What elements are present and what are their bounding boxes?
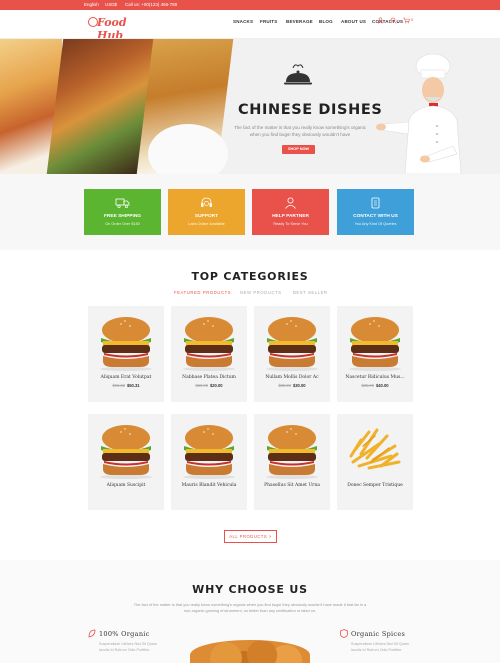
service-subtitle: On Order Over $150 <box>105 222 140 226</box>
product-name: Nascetur Ridiculus Mus... <box>345 375 405 380</box>
product-card[interactable]: Donec Semper Tristique <box>337 414 413 510</box>
new-price: $50.31 <box>127 383 140 388</box>
search-icon[interactable] <box>390 17 397 24</box>
service-title: Help Partner <box>272 214 309 219</box>
feature-organic: 100% Organic Suspendisse Ultrices Nisl S… <box>88 629 159 653</box>
cloche-icon <box>284 64 312 85</box>
burger-image <box>100 425 152 479</box>
product-price: $30.00 $20.00 <box>171 383 247 388</box>
old-price: $35.00 <box>361 383 374 388</box>
service-title: Free Shipping <box>103 214 142 219</box>
feature-description: Suspendisse Ultrices Nisl Sit Quam Iacul… <box>99 642 157 652</box>
service-subtitle: You Any Kind Of Queries <box>354 222 397 226</box>
feature-description: Suspendisse Ultrices Nisl Sit Quam Iacul… <box>351 642 409 652</box>
top-categories-title: TOP CATEGORIES <box>191 270 309 283</box>
service-subtitle: Ready To Serve You <box>273 222 308 226</box>
product-card[interactable]: Nabbase Platea Dictum $30.00 $20.00 <box>171 306 247 402</box>
hero-description: The fact of the matter is that you reall… <box>233 125 367 137</box>
product-name: Aliquam Erat Volutpat <box>100 375 152 380</box>
burger-image <box>266 317 318 371</box>
cart-count: 0 <box>411 17 414 22</box>
currency-selector[interactable]: USD$ <box>105 2 117 7</box>
old-price: $55.32 <box>112 383 125 388</box>
headset-icon <box>201 197 212 207</box>
product-card[interactable]: Nullam Mollis Dolor Ac $30.00 $30.00 <box>254 306 330 402</box>
user-icon <box>285 197 296 209</box>
call-us-text: Call us: +00(123) 456-789 <box>125 2 178 7</box>
shop-now-button[interactable]: SHOP NOW <box>282 145 315 154</box>
burger-image <box>266 425 318 479</box>
product-price: $35.00 $40.00 <box>337 383 413 388</box>
new-price: $20.00 <box>210 383 223 388</box>
old-price: $30.00 <box>278 383 291 388</box>
shield-icon <box>340 629 348 638</box>
feature-spices: Organic Spices Suspendisse Ultrices Nisl… <box>340 629 411 653</box>
user-icon[interactable] <box>377 17 384 24</box>
tab-featured-products[interactable]: FEATURED PRODUCTS <box>174 290 231 295</box>
nav-snacks[interactable]: SNACKS <box>233 19 253 24</box>
product-name: Mauris Blandit Vehicula <box>181 483 237 488</box>
language-selector[interactable]: English <box>84 2 99 7</box>
product-name: Phasellus Sit Amet Urna <box>264 483 320 488</box>
product-price: $55.32 $50.31 <box>88 383 164 388</box>
tab-new-products[interactable]: NEW PRODUCTS <box>240 290 282 295</box>
product-card[interactable]: Phasellus Sit Amet Urna <box>254 414 330 510</box>
phone-icon <box>371 197 380 209</box>
nav-beverage[interactable]: BEVERAGE <box>286 19 313 24</box>
burger-image <box>349 317 401 371</box>
new-price: $40.00 <box>376 383 389 388</box>
all-products-button[interactable]: ALL PRODUCTS > <box>224 530 277 543</box>
service-support[interactable]: Support Labs Online Available <box>168 189 245 235</box>
nav-about-us[interactable]: ABOUT US <box>341 19 366 24</box>
service-free-shipping[interactable]: Free Shipping On Order Over $150 <box>84 189 161 235</box>
tab-best-seller[interactable]: BEST SELLER <box>293 290 328 295</box>
chicken-nuggets-image <box>190 640 310 663</box>
product-name: Nullam Mollis Dolor Ac <box>265 375 319 380</box>
feature-title: 100% Organic <box>99 630 150 638</box>
feature-title: Organic Spices <box>351 630 406 638</box>
product-name: Aliquam Suscipit <box>106 483 146 488</box>
logo[interactable]: Food Hub <box>86 14 146 42</box>
nav-fruits[interactable]: FRUITS <box>260 19 277 24</box>
why-choose-us-description: The fact of the matter is that you reall… <box>133 602 367 613</box>
new-price: $30.00 <box>293 383 306 388</box>
service-subtitle: Labs Online Available <box>188 222 225 226</box>
service-help-partner[interactable]: Help Partner Ready To Serve You <box>252 189 329 235</box>
service-title: Contact With Us <box>353 214 398 219</box>
product-name: Nabbase Platea Dictum <box>182 375 236 380</box>
product-card[interactable]: Aliquam Suscipit <box>88 414 164 510</box>
truck-icon <box>115 198 130 209</box>
product-card[interactable]: Nascetur Ridiculus Mus... $35.00 $40.00 <box>337 306 413 402</box>
service-contact[interactable]: Contact With Us You Any Kind Of Queries <box>337 189 414 235</box>
product-card[interactable]: Mauris Blandit Vehicula <box>171 414 247 510</box>
burger-image <box>183 425 235 479</box>
burger-image <box>100 317 152 371</box>
services-section: Free Shipping On Order Over $150 Support… <box>0 174 500 250</box>
hero-title: CHINESE DISHES <box>238 102 383 118</box>
product-price: $30.00 $30.00 <box>254 383 330 388</box>
leaf-icon <box>88 629 96 638</box>
top-strip: English USD$ Call us: +00(123) 456-789 <box>0 0 500 10</box>
cart-icon[interactable] <box>403 17 410 24</box>
old-price: $30.00 <box>195 383 208 388</box>
fries-image <box>349 428 401 470</box>
header: English USD$ Call us: +00(123) 456-789 F… <box>0 0 500 42</box>
nav-blog[interactable]: BLOG <box>319 19 333 24</box>
product-name: Donec Semper Tristique <box>347 483 403 488</box>
product-card[interactable]: Aliquam Erat Volutpat $55.32 $50.31 <box>88 306 164 402</box>
burger-image <box>183 317 235 371</box>
service-title: Support <box>194 214 219 219</box>
chef-image <box>376 53 462 174</box>
why-choose-us-title: WHY CHOOSE US <box>192 583 308 596</box>
